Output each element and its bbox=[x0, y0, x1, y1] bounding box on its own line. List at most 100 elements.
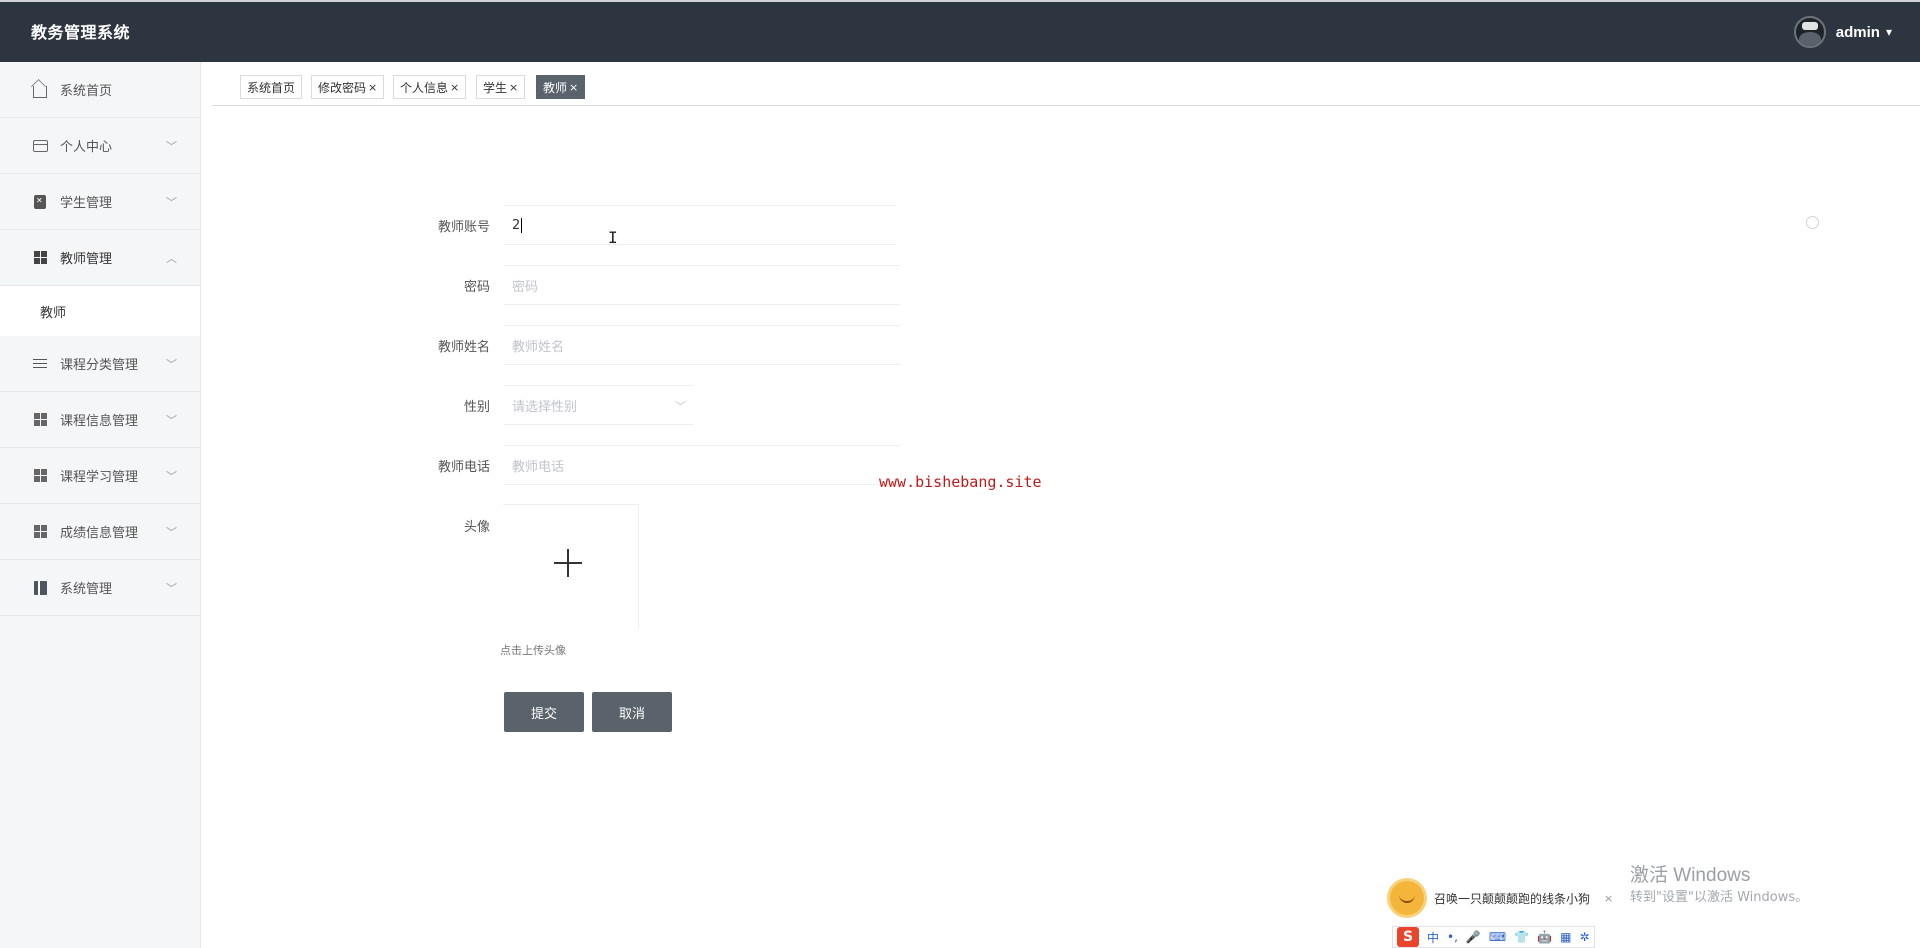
text-cursor bbox=[521, 217, 523, 233]
sidebar-item-label: 课程信息管理 bbox=[60, 414, 139, 429]
sidebar-item-label: 个人中心 bbox=[60, 140, 113, 155]
sidebar-item-student-management[interactable]: 学生管理 ﹀ bbox=[0, 174, 200, 230]
tab-label: 学生 bbox=[483, 80, 508, 95]
caret-down-icon[interactable]: ▾ bbox=[1886, 25, 1892, 39]
grid-icon bbox=[32, 468, 48, 484]
chevron-down-icon: ﹀ bbox=[166, 469, 177, 483]
close-icon[interactable]: × bbox=[1604, 892, 1613, 905]
sun-mascot-icon[interactable] bbox=[1390, 881, 1424, 915]
grid-icon bbox=[32, 412, 48, 428]
wallet-icon bbox=[32, 138, 48, 154]
sidebar: 系统首页 个人中心 ﹀ 学生管理 ﹀ 教师管理 ︿ 教师 课程分类管理 ﹀ 课程… bbox=[0, 62, 201, 948]
sidebar-item-teacher-management[interactable]: 教师管理 ︿ bbox=[0, 230, 200, 286]
sidebar-item-course-category[interactable]: 课程分类管理 ﹀ bbox=[0, 336, 200, 392]
settings-gear-icon[interactable]: ✲ bbox=[1579, 930, 1589, 944]
account-input[interactable]: 2 bbox=[504, 205, 896, 245]
ime-tip-text[interactable]: 召唤一只颠颠颠跑的线条小狗 bbox=[1434, 890, 1590, 907]
cancel-button[interactable]: 取消 bbox=[592, 692, 672, 732]
home-icon bbox=[32, 82, 48, 98]
chevron-down-icon: ﹀ bbox=[166, 525, 177, 539]
windows-activation-title: 激活 Windows bbox=[1630, 865, 1751, 886]
toolbox-icon[interactable]: ▦ bbox=[1560, 930, 1571, 944]
tab-change-password[interactable]: 修改密码 × bbox=[311, 75, 385, 99]
sidebar-item-system-management[interactable]: 系统管理 ﹀ bbox=[0, 560, 200, 616]
submit-button[interactable]: 提交 bbox=[504, 692, 584, 732]
name-placeholder: 教师姓名 bbox=[512, 339, 565, 355]
name-input[interactable]: 教师姓名 bbox=[504, 325, 900, 365]
top-header: 教务管理系统 admin ▾ bbox=[0, 0, 1920, 62]
sidebar-item-label: 学生管理 bbox=[60, 196, 113, 211]
close-icon[interactable]: × bbox=[509, 81, 518, 94]
sidebar-item-label: 成绩信息管理 bbox=[60, 526, 139, 541]
chevron-down-icon: ﹀ bbox=[166, 357, 177, 371]
sidebar-item-course-study[interactable]: 课程学习管理 ﹀ bbox=[0, 448, 200, 504]
account-value: 2 bbox=[512, 217, 521, 233]
upload-hint: 点击上传头像 bbox=[500, 644, 566, 657]
chevron-down-icon: ﹀ bbox=[675, 400, 686, 413]
close-icon[interactable]: × bbox=[368, 81, 377, 94]
sidebar-item-personal-center[interactable]: 个人中心 ﹀ bbox=[0, 118, 200, 174]
account-label: 教师账号 bbox=[437, 220, 490, 235]
sidebar-item-label: 课程分类管理 bbox=[60, 358, 139, 373]
keyboard-icon[interactable]: ⌨ bbox=[1489, 930, 1506, 944]
ime-punctuation-icon[interactable]: •, bbox=[1447, 930, 1458, 944]
app-title: 教务管理系统 bbox=[31, 23, 131, 42]
user-menu[interactable]: admin ▾ bbox=[1793, 16, 1892, 48]
sidebar-item-label: 课程学习管理 bbox=[60, 470, 139, 485]
plus-icon[interactable] bbox=[553, 548, 583, 578]
sidebar-item-home[interactable]: 系统首页 bbox=[0, 62, 200, 118]
chevron-up-icon: ︿ bbox=[166, 251, 177, 265]
grid-icon bbox=[32, 524, 48, 540]
robot-icon[interactable]: 🤖 bbox=[1537, 930, 1552, 944]
chevron-down-icon: ﹀ bbox=[166, 195, 177, 209]
tabs-bar: 系统首页 修改密码 × 个人信息 × 学生 × 教师 × bbox=[212, 62, 1920, 106]
tab-label: 教师 bbox=[543, 80, 568, 95]
gender-select[interactable]: 请选择性别 ﹀ bbox=[504, 385, 694, 425]
sliders-icon bbox=[32, 356, 48, 372]
name-label: 教师姓名 bbox=[437, 340, 490, 355]
ime-chinese-toggle[interactable]: 中 bbox=[1427, 929, 1439, 946]
close-icon[interactable]: × bbox=[569, 81, 578, 94]
tab-teacher[interactable]: 教师 × bbox=[536, 75, 586, 99]
password-label: 密码 bbox=[463, 280, 490, 295]
tab-home[interactable]: 系统首页 bbox=[240, 75, 303, 99]
avatar-label: 头像 bbox=[463, 520, 490, 535]
tab-label: 修改密码 bbox=[318, 80, 367, 95]
phone-label: 教师电话 bbox=[437, 460, 490, 475]
tab-label: 个人信息 bbox=[400, 80, 449, 95]
sidebar-item-label: 系统首页 bbox=[60, 84, 113, 99]
tab-label: 系统首页 bbox=[247, 80, 296, 95]
settings-icon[interactable] bbox=[1806, 216, 1819, 229]
phone-input[interactable]: 教师电话 bbox=[504, 445, 900, 485]
tab-student[interactable]: 学生 × bbox=[476, 75, 526, 99]
gender-placeholder: 请选择性别 bbox=[512, 399, 578, 415]
book-icon bbox=[32, 580, 48, 596]
avatar[interactable] bbox=[1793, 16, 1826, 48]
password-placeholder: 密码 bbox=[512, 279, 539, 295]
ime-tip[interactable]: 召唤一只颠颠颠跑的线条小狗 × bbox=[1390, 881, 1613, 915]
sidebar-item-label: 系统管理 bbox=[60, 582, 113, 597]
sogou-logo-icon[interactable]: S bbox=[1397, 927, 1419, 947]
chevron-down-icon: ﹀ bbox=[166, 413, 177, 427]
username[interactable]: admin bbox=[1836, 24, 1880, 41]
ibeam-cursor-icon: I bbox=[608, 228, 618, 247]
sidebar-subitem-teacher[interactable]: 教师 bbox=[0, 286, 200, 336]
chevron-down-icon: ﹀ bbox=[166, 581, 177, 595]
chevron-down-icon: ﹀ bbox=[166, 139, 177, 153]
password-input[interactable]: 密码 bbox=[504, 265, 900, 305]
grid-icon bbox=[32, 250, 48, 266]
clipboard-icon bbox=[32, 194, 48, 210]
skin-icon[interactable]: 👕 bbox=[1514, 930, 1529, 944]
watermark: www.bishebang.site bbox=[879, 473, 1042, 491]
sidebar-item-label: 教师管理 bbox=[60, 252, 113, 267]
sidebar-subitem-label: 教师 bbox=[40, 305, 67, 321]
phone-placeholder: 教师电话 bbox=[512, 459, 565, 475]
tab-personal-info[interactable]: 个人信息 × bbox=[393, 75, 467, 99]
close-icon[interactable]: × bbox=[450, 81, 459, 94]
gender-label: 性别 bbox=[463, 400, 490, 415]
microphone-icon[interactable]: 🎤 bbox=[1466, 930, 1481, 944]
windows-activation-subtitle: 转到"设置"以激活 Windows。 bbox=[1630, 890, 1809, 905]
sidebar-item-grade-info[interactable]: 成绩信息管理 ﹀ bbox=[0, 504, 200, 560]
sidebar-item-course-info[interactable]: 课程信息管理 ﹀ bbox=[0, 392, 200, 448]
ime-toolbar: S 中 •, 🎤 ⌨ 👕 🤖 ▦ ✲ bbox=[1392, 926, 1595, 948]
